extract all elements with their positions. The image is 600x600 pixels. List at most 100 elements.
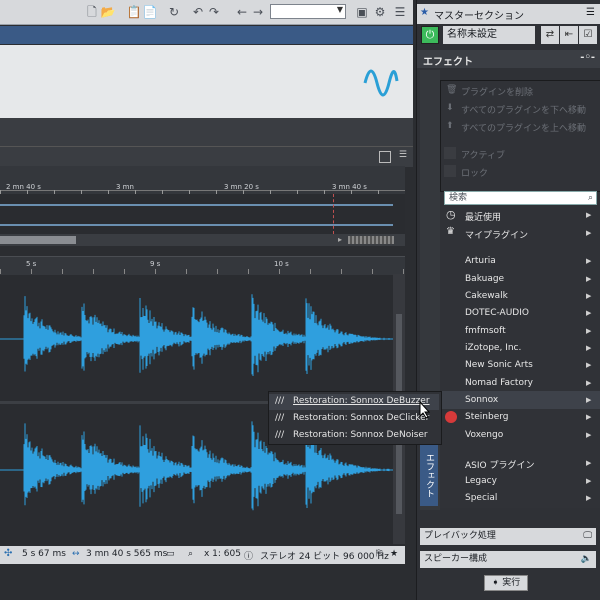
vendor-item[interactable]: fmfmsoft	[465, 326, 506, 336]
submenu-arrow-icon: ▶	[586, 229, 592, 237]
selected-highlight	[440, 391, 600, 409]
steinberg-icon	[445, 411, 457, 423]
window-menu-icon[interactable]: ☰	[392, 4, 408, 20]
debuzzer-item[interactable]: Restoration: Sonnox DeBuzzer	[293, 396, 430, 406]
divider-strip	[0, 118, 413, 146]
forward-arrow-icon[interactable]: →	[250, 4, 266, 20]
submenu-arrow-icon: ▶	[586, 396, 592, 404]
group-item[interactable]: Special	[465, 493, 497, 503]
master-preset-row: ⏻ 名称未設定 ⇄ ⇤ ☑	[421, 26, 597, 44]
vendor-item[interactable]: iZotope, Inc.	[465, 343, 521, 353]
star-icon[interactable]: ★	[390, 549, 398, 559]
plugin-icon: ///	[275, 396, 285, 406]
group-item[interactable]: Legacy	[465, 476, 497, 486]
redo-icon[interactable]: ↷	[206, 4, 222, 20]
settings-icon[interactable]: ⚙	[372, 4, 388, 20]
checkbox[interactable]	[444, 147, 456, 159]
remove-plugin-item[interactable]: プラグインを削除	[461, 85, 533, 98]
chat-icon[interactable]: ▭	[166, 549, 175, 559]
audio-format[interactable]: ステレオ 24 ビット 96 000 Hz	[260, 549, 389, 562]
checkbox[interactable]	[444, 165, 456, 177]
zoom-slider[interactable]	[348, 236, 394, 244]
vendor-item[interactable]: Voxengo	[465, 430, 503, 440]
ruler-ticks	[0, 269, 405, 274]
my-plugins-item[interactable]: マイプラグイン	[465, 228, 528, 241]
crown-icon: ♛	[446, 226, 455, 237]
speaker-config-label: スピーカー構成	[424, 554, 488, 564]
scroll-thumb[interactable]	[0, 236, 76, 244]
submenu-arrow-icon: ▶	[586, 379, 592, 387]
paste-icon[interactable]: 📋	[126, 4, 142, 20]
plugin-search-input[interactable]: 検索 ⌕	[444, 191, 597, 205]
monitor-icon: 🖵	[583, 531, 592, 541]
clock-icon: ◷	[446, 208, 456, 221]
recent-item[interactable]: 最近使用	[465, 210, 501, 223]
vendor-item[interactable]: DOTEC-AUDIO	[465, 308, 529, 318]
render-label: 実行	[502, 578, 521, 588]
open-folder-icon[interactable]: 📂	[100, 4, 116, 20]
lock-item[interactable]: ロック	[461, 166, 488, 179]
arrow-down-icon: ⬇	[446, 103, 454, 113]
bypass-icon[interactable]: ⇄	[541, 26, 559, 44]
declicker-item[interactable]: Restoration: Sonnox DeClicker	[293, 413, 429, 423]
window-menu-icon[interactable]: ☰	[399, 150, 407, 160]
speaker-config-header[interactable]: スピーカー構成 🔈	[420, 551, 596, 568]
vendor-item[interactable]: New Sonic Arts	[465, 360, 533, 370]
snapshot-icon[interactable]: ▣	[354, 4, 370, 20]
vendor-item[interactable]: Steinberg	[465, 412, 509, 422]
marker-icon[interactable]: ⛿	[376, 549, 383, 559]
collapse-icon[interactable]: -◦-	[580, 52, 595, 63]
cursor-position[interactable]: 5 s 67 ms	[22, 549, 66, 559]
panel-menu-icon[interactable]: ☰	[586, 7, 595, 18]
cursor-icon[interactable]: ✣	[4, 548, 12, 559]
vendor-item-selected[interactable]: Sonnox	[465, 395, 498, 405]
undo-icon[interactable]: ↶	[190, 4, 206, 20]
new-file-icon[interactable]: 🗋	[84, 4, 100, 20]
master-preset-name[interactable]: 名称未設定	[443, 26, 535, 44]
vendor-item[interactable]: Cakewalk	[465, 291, 508, 301]
denoiser-item[interactable]: Restoration: Sonnox DeNoiser	[293, 430, 428, 440]
scroll-arrow-icon[interactable]: ▸	[338, 235, 342, 244]
star-icon: ★	[420, 7, 429, 18]
overview-ruler[interactable]: 2 mn 40 s 3 mn 3 mn 20 s 3 mn 40 s	[0, 166, 405, 194]
search-icon[interactable]: ⌕	[188, 549, 193, 559]
speaker-icon: 🔈	[580, 554, 592, 564]
maximize-icon[interactable]	[379, 151, 391, 163]
search-placeholder: 検索	[449, 193, 468, 203]
history-icon[interactable]: ↻	[166, 4, 182, 20]
length-icon: ↔	[72, 549, 80, 559]
overview-scrollbar[interactable]: ▸	[0, 234, 405, 246]
chevron-down-icon: ▼	[336, 5, 343, 14]
main-toolbar: 🗋 📂 📋 📄 ↻ ↶ ↷ ← → ▼ ▣ ⚙ ☰	[0, 0, 413, 25]
group-item[interactable]: ASIO プラグイン	[465, 458, 534, 471]
effects-label: エフェクト	[423, 57, 473, 68]
arrow-up-icon: ⬆	[446, 121, 454, 131]
back-arrow-icon[interactable]: ←	[234, 4, 250, 20]
render-button[interactable]: ➧ 実行	[484, 575, 528, 591]
info-icon: ⓘ	[244, 552, 254, 562]
vendor-item[interactable]: Bakuage	[465, 274, 504, 284]
power-button[interactable]: ⏻	[421, 26, 439, 44]
main-ruler[interactable]: 5 s 9 s 10 s	[0, 256, 405, 276]
move-all-up-item[interactable]: すべてのプラグインを上へ移動	[461, 121, 586, 134]
vendor-item[interactable]: Arturia	[465, 256, 496, 266]
move-all-down-item[interactable]: すべてのプラグインを下へ移動	[461, 103, 586, 116]
import-icon[interactable]: ⇤	[560, 26, 578, 44]
wavelab-logo	[363, 69, 399, 97]
vendor-item[interactable]: Nomad Factory	[465, 378, 533, 388]
zoom-level[interactable]: x 1: 605	[204, 549, 241, 559]
mouse-cursor-icon	[419, 401, 431, 419]
overview-track[interactable]	[0, 194, 405, 234]
apply-icon[interactable]: ☑	[579, 26, 597, 44]
audio-length[interactable]: 3 mn 40 s 565 ms	[86, 549, 167, 559]
active-item[interactable]: アクティブ	[461, 148, 505, 161]
playback-processing-header[interactable]: プレイバック処理 🖵	[420, 528, 596, 545]
paste-new-icon[interactable]: 📄	[142, 4, 158, 20]
preset-dropdown[interactable]: ▼	[270, 4, 346, 19]
submenu-arrow-icon: ▶	[586, 361, 592, 369]
waveform-track-left[interactable]	[0, 275, 393, 401]
window-header-bar	[0, 26, 413, 44]
status-bar: ✣ 5 s 67 ms ↔ 3 mn 40 s 565 ms ▭ ⌕ x 1: …	[0, 546, 405, 564]
effects-vertical-tab[interactable]: エフェクト	[420, 444, 438, 506]
playback-processing-label: プレイバック処理	[424, 531, 496, 541]
